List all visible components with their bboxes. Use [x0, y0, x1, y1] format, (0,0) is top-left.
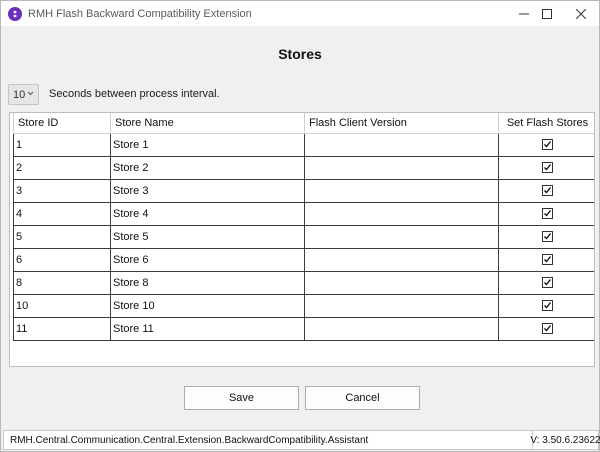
main-window: RMH Flash Backward Compatibility Extensi… [0, 0, 600, 452]
checkmark-icon [544, 141, 552, 148]
set-flash-store-cell[interactable] [498, 270, 594, 295]
table-row[interactable]: 10 Store 10 [13, 293, 594, 318]
cancel-button[interactable]: Cancel [305, 386, 420, 410]
save-button[interactable]: Save [184, 386, 299, 410]
store-id-cell[interactable]: 1 [13, 132, 111, 157]
set-flash-store-cell[interactable] [498, 316, 594, 341]
interval-value: 10 [13, 88, 26, 101]
flash-version-cell[interactable] [304, 178, 499, 203]
column-header-store-name[interactable]: Store Name [110, 113, 305, 134]
table-row[interactable]: 3 Store 3 [13, 178, 594, 203]
set-flash-store-checkbox[interactable] [542, 139, 553, 151]
maximize-button[interactable] [532, 1, 562, 26]
version-label: V: 3.50.6.23622 [530, 431, 600, 449]
set-flash-store-cell[interactable] [498, 155, 594, 180]
stores-table: Store ID Store Name Flash Client Version… [13, 113, 594, 341]
store-id-cell[interactable]: 8 [13, 270, 111, 295]
set-flash-store-cell[interactable] [498, 178, 594, 203]
set-flash-store-checkbox[interactable] [542, 231, 553, 243]
set-flash-store-cell[interactable] [498, 247, 594, 272]
close-button[interactable] [566, 1, 596, 26]
status-bar: RMH.Central.Communication.Central.Extens… [3, 430, 600, 450]
table-row[interactable]: 6 Store 6 [13, 247, 594, 272]
checkmark-icon [544, 210, 552, 217]
store-name-cell[interactable]: Store 4 [110, 201, 305, 226]
app-logo-icon [8, 6, 22, 21]
table-row[interactable]: 5 Store 5 [13, 224, 594, 249]
checkmark-icon [544, 325, 552, 332]
store-id-cell[interactable]: 10 [13, 293, 111, 318]
chevron-down-icon [27, 91, 34, 96]
flash-version-cell[interactable] [304, 132, 499, 157]
table-row[interactable]: 4 Store 4 [13, 201, 594, 226]
flash-version-cell[interactable] [304, 224, 499, 249]
column-header-set-flash-stores[interactable]: Set Flash Stores [498, 113, 594, 134]
stores-grid[interactable]: Store ID Store Name Flash Client Version… [9, 112, 595, 367]
column-header-store-id[interactable]: Store ID [13, 113, 111, 134]
store-id-cell[interactable]: 4 [13, 201, 111, 226]
flash-version-cell[interactable] [304, 293, 499, 318]
store-name-cell[interactable]: Store 10 [110, 293, 305, 318]
set-flash-store-checkbox[interactable] [542, 277, 553, 289]
store-name-cell[interactable]: Store 2 [110, 155, 305, 180]
table-row[interactable]: 11 Store 11 [13, 316, 594, 341]
maximize-icon [542, 8, 552, 19]
checkmark-icon [544, 164, 552, 171]
checkmark-icon [544, 233, 552, 240]
store-name-cell[interactable]: Store 1 [110, 132, 305, 157]
checkmark-icon [544, 302, 552, 309]
flash-version-cell[interactable] [304, 155, 499, 180]
interval-label: Seconds between process interval. [49, 88, 220, 100]
page-title: Stores [278, 46, 322, 62]
close-icon [576, 8, 586, 19]
store-id-cell[interactable]: 3 [13, 178, 111, 203]
set-flash-store-checkbox[interactable] [542, 185, 553, 197]
store-name-cell[interactable]: Store 6 [110, 247, 305, 272]
header-row: Store ID Store Name Flash Client Version… [13, 113, 594, 134]
flash-version-cell[interactable] [304, 201, 499, 226]
flash-version-cell[interactable] [304, 270, 499, 295]
title-bar[interactable]: RMH Flash Backward Compatibility Extensi… [1, 1, 599, 26]
table-row[interactable]: 1 Store 1 [13, 132, 594, 157]
set-flash-store-cell[interactable] [498, 201, 594, 226]
table-row[interactable]: 8 Store 8 [13, 270, 594, 295]
checkmark-icon [544, 279, 552, 286]
set-flash-store-cell[interactable] [498, 293, 594, 318]
set-flash-store-cell[interactable] [498, 224, 594, 249]
store-id-cell[interactable]: 5 [13, 224, 111, 249]
set-flash-store-checkbox[interactable] [542, 323, 553, 335]
store-name-cell[interactable]: Store 8 [110, 270, 305, 295]
checkmark-icon [544, 187, 552, 194]
set-flash-store-checkbox[interactable] [542, 208, 553, 220]
set-flash-store-checkbox[interactable] [542, 162, 553, 174]
interval-dropdown[interactable]: 10 [8, 84, 39, 105]
checkmark-icon [544, 256, 552, 263]
store-name-cell[interactable]: Store 3 [110, 178, 305, 203]
set-flash-store-cell[interactable] [498, 132, 594, 157]
window-title: RMH Flash Backward Compatibility Extensi… [28, 7, 252, 20]
set-flash-store-checkbox[interactable] [542, 300, 553, 312]
column-header-flash-client-version[interactable]: Flash Client Version [304, 113, 499, 134]
store-name-cell[interactable]: Store 5 [110, 224, 305, 249]
store-id-cell[interactable]: 2 [13, 155, 111, 180]
store-id-cell[interactable]: 6 [13, 247, 111, 272]
store-name-cell[interactable]: Store 11 [110, 316, 305, 341]
store-id-cell[interactable]: 11 [13, 316, 111, 341]
set-flash-store-checkbox[interactable] [542, 254, 553, 266]
minimize-icon [519, 13, 529, 14]
table-row[interactable]: 2 Store 2 [13, 155, 594, 180]
flash-version-cell[interactable] [304, 316, 499, 341]
assembly-name: RMH.Central.Communication.Central.Extens… [10, 434, 369, 446]
flash-version-cell[interactable] [304, 247, 499, 272]
